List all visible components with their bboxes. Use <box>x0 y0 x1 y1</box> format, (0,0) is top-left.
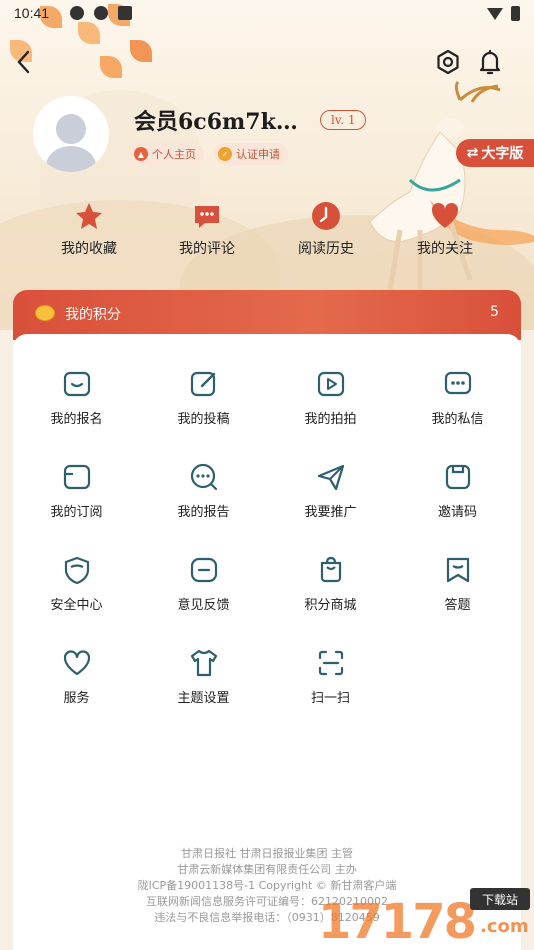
grid-item-label: 主题设置 <box>177 691 230 706</box>
grid-item-security[interactable]: 安全中心 <box>13 554 140 613</box>
quick-action-following[interactable]: 我的关注 <box>390 200 500 258</box>
grid-item-videos[interactable]: 我的拍拍 <box>267 368 394 427</box>
grid-item-invite-code[interactable]: 邀请码 <box>394 461 521 520</box>
back-button[interactable] <box>8 46 40 78</box>
grid-item-theme[interactable]: 主题设置 <box>140 647 267 706</box>
coin-icon <box>35 305 55 321</box>
settings-button[interactable] <box>432 46 464 78</box>
grid-item-label: 我的拍拍 <box>304 412 357 427</box>
status-bar: 10:41 <box>0 0 534 28</box>
wifi-icon <box>487 7 503 20</box>
notifications-button[interactable] <box>474 46 506 78</box>
service-heart-icon <box>61 647 93 679</box>
grid-item-label: 我的订阅 <box>50 505 103 520</box>
points-label: 我的积分 <box>65 307 121 323</box>
grid-item-reports[interactable]: 我的报告 <box>140 461 267 520</box>
avatar-placeholder-body <box>46 146 96 172</box>
grid-item-label: 邀请码 <box>437 505 477 520</box>
feedback-icon <box>188 554 220 586</box>
back-arrow-icon <box>17 50 30 74</box>
settings-icon <box>437 49 459 75</box>
watermark-domain: .com <box>480 916 529 937</box>
autumn-leaf-decoration <box>100 56 122 78</box>
message-icon <box>442 368 474 400</box>
grid-item-label: 我要推广 <box>304 505 357 520</box>
notification-icon <box>118 6 132 20</box>
quick-action-favorites[interactable]: 我的收藏 <box>34 200 144 258</box>
personal-homepage-chip[interactable]: ▲ 个人主页 <box>130 143 204 165</box>
grid-item-label: 我的报告 <box>177 505 230 520</box>
points-bar[interactable]: 我的积分 5 <box>13 290 521 340</box>
grid-item-feedback[interactable]: 意见反馈 <box>140 554 267 613</box>
certify-icon: ✓ <box>218 147 232 161</box>
avatar-placeholder-head <box>56 114 86 144</box>
status-system-icons <box>487 6 520 21</box>
quick-action-label: 阅读历史 <box>298 241 354 257</box>
watermark-tag: 下载站 <box>470 888 530 910</box>
star-icon <box>73 200 105 232</box>
shield-icon <box>61 554 93 586</box>
clock-icon <box>310 200 342 232</box>
grid-item-messages[interactable]: 我的私信 <box>394 368 521 427</box>
chip-label: 认证申请 <box>236 148 280 161</box>
report-icon <box>188 461 220 493</box>
grid-item-label: 积分商城 <box>304 598 357 613</box>
grid-item-subscriptions[interactable]: 我的订阅 <box>13 461 140 520</box>
swap-icon: ⇄ <box>466 145 479 161</box>
grid-item-quiz[interactable]: 答题 <box>394 554 521 613</box>
comment-icon <box>191 200 223 232</box>
scan-icon <box>315 647 347 679</box>
grid-item-label: 我的投稿 <box>177 412 230 427</box>
grid-item-label: 服务 <box>63 691 90 706</box>
grid-item-signup[interactable]: 我的报名 <box>13 368 140 427</box>
footer-line: 甘肃云新媒体集团有限责任公司 主办 <box>177 863 357 876</box>
shop-icon <box>315 554 347 586</box>
footer-line: 甘肃日报社 甘肃日报报业集团 主管 <box>181 847 353 860</box>
points-value: 5 <box>490 304 499 320</box>
status-time: 10:41 <box>14 5 50 21</box>
large-font-mode-button[interactable]: ⇄ 大字版 <box>456 139 534 167</box>
grid-item-points-mall[interactable]: 积分商城 <box>267 554 394 613</box>
battery-icon <box>511 6 520 21</box>
large-font-label: 大字版 <box>481 146 524 162</box>
send-icon <box>315 461 347 493</box>
avatar[interactable] <box>33 96 109 172</box>
homepage-icon: ▲ <box>134 147 148 161</box>
grid-item-label: 我的私信 <box>431 412 484 427</box>
deer-illustration <box>369 80 534 291</box>
video-icon <box>315 368 347 400</box>
grid-item-label: 安全中心 <box>50 598 103 613</box>
notification-icon <box>70 6 84 20</box>
autumn-leaf-decoration <box>130 40 152 62</box>
status-notification-icons <box>70 6 132 20</box>
quick-action-comments[interactable]: 我的评论 <box>152 200 262 258</box>
grid-item-service[interactable]: 服务 <box>13 647 140 706</box>
grid-item-label: 扫一扫 <box>310 691 350 706</box>
watermark-number: 17178 <box>318 894 477 950</box>
signup-icon <box>61 368 93 400</box>
quick-action-label: 我的收藏 <box>61 241 117 257</box>
chip-label: 个人主页 <box>152 148 196 161</box>
invite-icon <box>442 461 474 493</box>
edit-icon <box>188 368 220 400</box>
grid-item-submissions[interactable]: 我的投稿 <box>140 368 267 427</box>
certification-chip[interactable]: ✓ 认证申请 <box>214 143 288 165</box>
quick-action-label: 我的关注 <box>417 241 473 257</box>
watermark: 17178 下载站 .com <box>312 880 534 950</box>
notification-icon <box>94 6 108 20</box>
quick-action-label: 我的评论 <box>179 241 235 257</box>
level-badge: lv. 1 <box>320 110 367 130</box>
grid-item-label: 意见反馈 <box>177 598 230 613</box>
grid-item-label: 我的报名 <box>50 412 103 427</box>
grid-item-promote[interactable]: 我要推广 <box>267 461 394 520</box>
bell-icon <box>479 49 501 75</box>
grid-item-scan[interactable]: 扫一扫 <box>267 647 394 706</box>
shirt-icon <box>188 647 220 679</box>
quick-action-history[interactable]: 阅读历史 <box>271 200 381 258</box>
subscribe-icon <box>61 461 93 493</box>
grid-item-label: 答题 <box>444 598 471 613</box>
username[interactable]: 会员6c6m7k… <box>134 104 298 136</box>
heart-icon <box>429 200 461 232</box>
quiz-icon <box>442 554 474 586</box>
